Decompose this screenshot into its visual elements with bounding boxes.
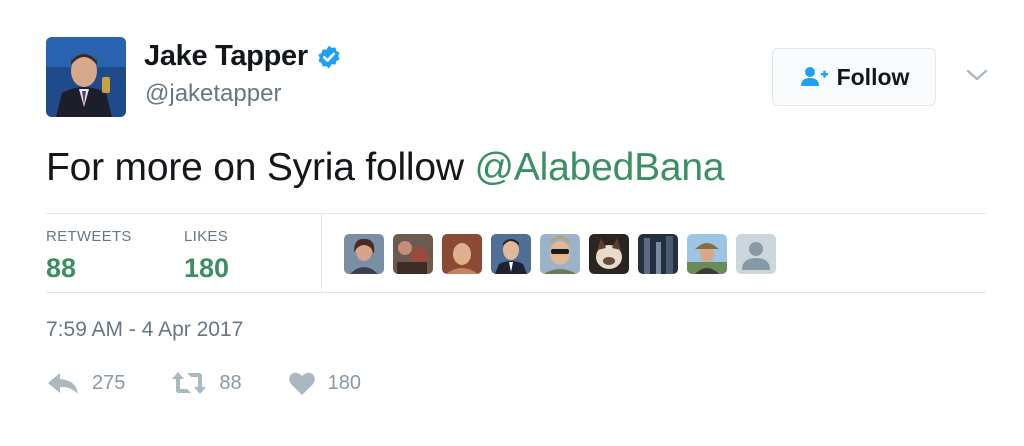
liker-avatar[interactable] bbox=[540, 234, 580, 274]
like-button[interactable]: 180 bbox=[288, 370, 361, 396]
author-photo bbox=[46, 37, 126, 117]
likes-count: 180 bbox=[184, 253, 230, 283]
liker-avatar[interactable] bbox=[442, 234, 482, 274]
reply-count: 275 bbox=[92, 371, 126, 394]
liker-avatar[interactable] bbox=[687, 234, 727, 274]
tweet-actions: 275 88 180 bbox=[46, 370, 407, 396]
author-name-row[interactable]: Jake Tapper bbox=[144, 40, 342, 73]
liker-avatars bbox=[344, 234, 785, 274]
follow-button[interactable]: Follow bbox=[772, 48, 936, 106]
likes-label: LIKES bbox=[184, 228, 229, 245]
tweet-text-body: For more on Syria follow bbox=[46, 146, 475, 189]
mention-link[interactable]: @AlabedBana bbox=[474, 146, 724, 189]
liker-avatar[interactable] bbox=[638, 234, 678, 274]
tweet-timestamp[interactable]: 7:59 AM - 4 Apr 2017 bbox=[46, 318, 243, 342]
divider-bottom bbox=[46, 292, 986, 293]
divider-top bbox=[46, 213, 986, 214]
liker-avatar[interactable] bbox=[344, 234, 384, 274]
liker-avatar[interactable] bbox=[393, 234, 433, 274]
add-user-icon bbox=[800, 67, 828, 86]
retweets-label: RETWEETS bbox=[46, 228, 132, 245]
retweet-button[interactable]: 88 bbox=[171, 370, 242, 396]
liker-avatar[interactable] bbox=[589, 234, 629, 274]
liker-avatar[interactable] bbox=[736, 234, 776, 274]
tweet-text: For more on Syria follow @AlabedBana bbox=[46, 146, 725, 190]
retweet-count: 88 bbox=[219, 371, 242, 394]
like-count: 180 bbox=[327, 371, 361, 394]
author-handle[interactable]: @jaketapper bbox=[145, 80, 281, 108]
reply-button[interactable]: 275 bbox=[46, 370, 125, 396]
author-name[interactable]: Jake Tapper bbox=[144, 40, 308, 73]
retweet-icon bbox=[172, 372, 207, 394]
stats-divider bbox=[321, 213, 322, 293]
retweets-count: 88 bbox=[46, 253, 77, 283]
likes-stat[interactable]: LIKES 180 bbox=[184, 228, 229, 284]
liker-avatar[interactable] bbox=[491, 234, 531, 274]
follow-button-label: Follow bbox=[836, 63, 910, 90]
author-avatar[interactable] bbox=[46, 37, 126, 117]
reply-icon bbox=[48, 373, 78, 394]
verified-badge-icon bbox=[318, 45, 340, 68]
heart-icon bbox=[288, 372, 315, 395]
retweets-stat[interactable]: RETWEETS 88 bbox=[46, 228, 132, 284]
chevron-down-icon[interactable] bbox=[964, 66, 990, 84]
